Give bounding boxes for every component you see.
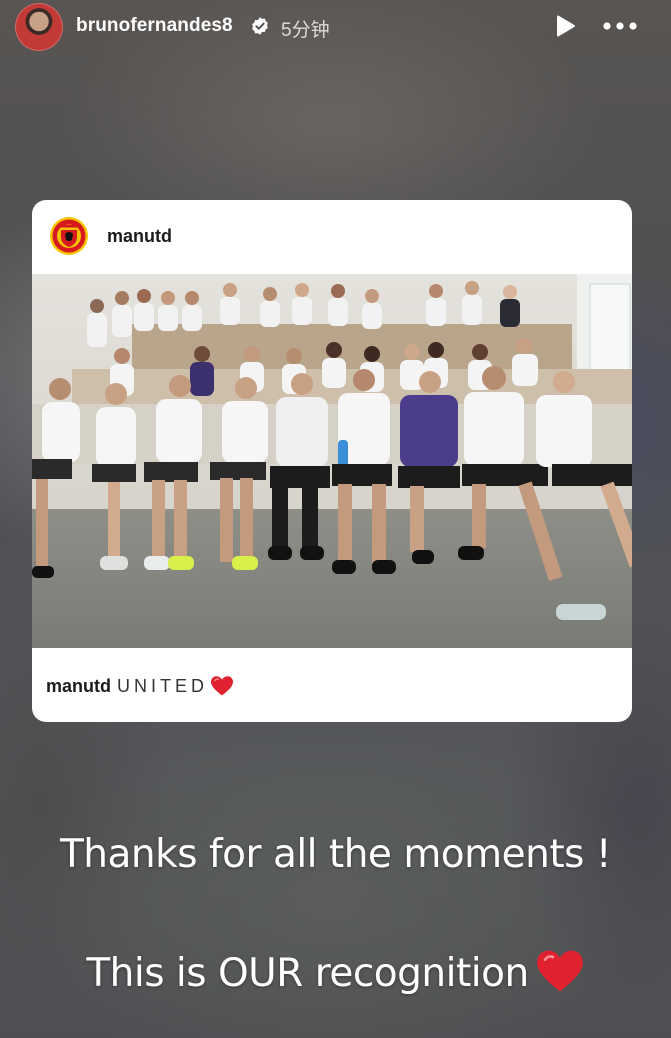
- story-time-ago: 5分钟: [281, 20, 330, 41]
- red-heart-icon: [211, 676, 233, 696]
- story-text-recognition: This is OUR recognition: [86, 951, 529, 996]
- avatar[interactable]: [15, 3, 63, 51]
- verified-badge-icon: [252, 17, 268, 35]
- story-username[interactable]: brunofernandes8: [76, 15, 233, 37]
- post-caption: manutd UNITED: [46, 675, 234, 697]
- story-text-line2: This is OUR recognition: [0, 948, 671, 996]
- play-icon[interactable]: [553, 14, 577, 38]
- post-username[interactable]: manutd: [107, 226, 172, 247]
- story-header: brunofernandes8 5分钟: [0, 0, 671, 54]
- more-icon[interactable]: [602, 14, 638, 38]
- story-text-line1: Thanks for all the moments !: [0, 832, 671, 877]
- team-photo: [32, 274, 632, 648]
- shared-post-card[interactable]: manutd manutd UNITED: [32, 200, 632, 722]
- story-text-thanks: Thanks for all the moments !: [59, 832, 612, 877]
- red-heart-icon: [536, 950, 583, 992]
- caption-text: UNITED: [117, 675, 208, 696]
- caption-username[interactable]: manutd: [46, 676, 111, 697]
- manutd-crest-icon[interactable]: [49, 216, 89, 256]
